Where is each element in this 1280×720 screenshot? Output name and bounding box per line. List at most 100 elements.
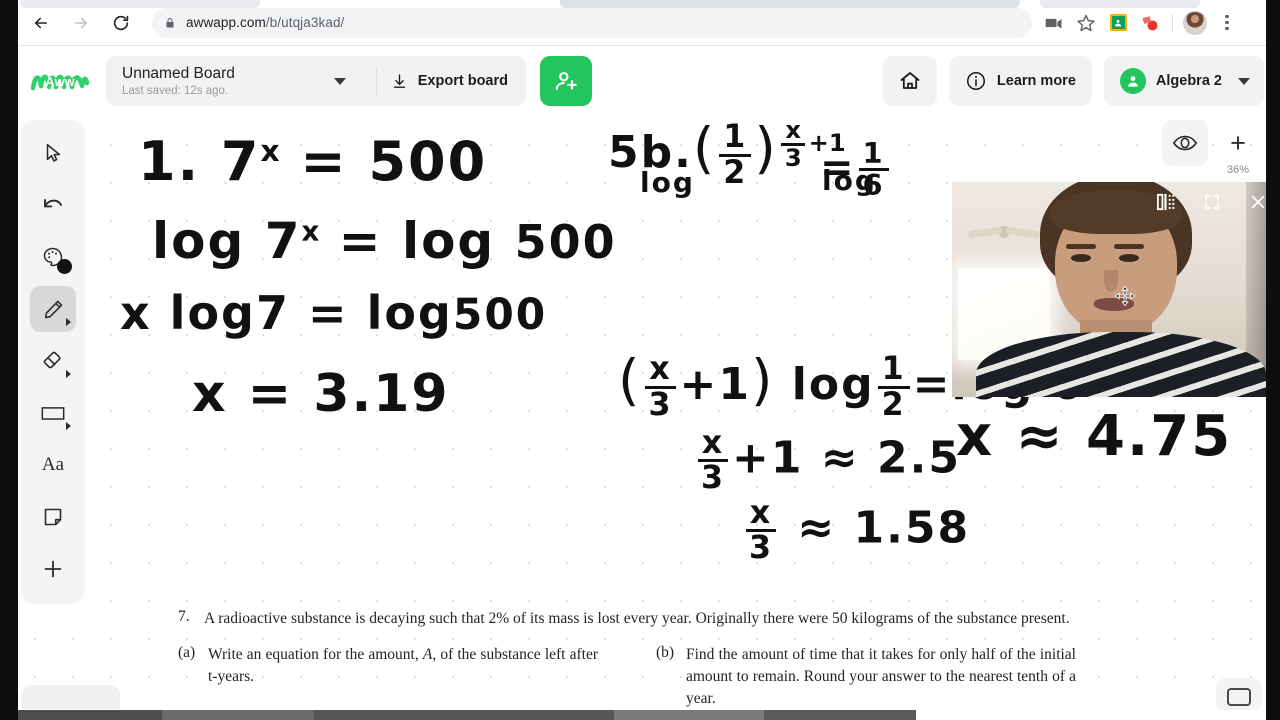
add-user-icon <box>555 71 577 91</box>
contacts-extension-icon <box>1109 14 1127 31</box>
star-icon <box>1077 14 1095 31</box>
eraser-submenu-caret-icon[interactable] <box>66 370 71 378</box>
header-right-group: Learn more Algebra 2 <box>882 56 1264 106</box>
worksheet-part-a: (a) Write an equation for the amount, A,… <box>178 644 598 710</box>
eraser-tool[interactable] <box>30 338 76 384</box>
back-button[interactable] <box>26 8 56 38</box>
contacts-extension-button[interactable] <box>1102 7 1134 39</box>
chevron-down-icon <box>1238 77 1250 85</box>
tab-stub-left[interactable] <box>20 0 260 8</box>
cursor-arrow-icon <box>46 143 61 162</box>
taskbar-item[interactable] <box>764 710 916 720</box>
person-glyph-icon <box>1114 19 1122 26</box>
part-b-text: Find the amount of time that it takes fo… <box>686 646 1076 707</box>
aww-logo[interactable]: Aww <box>30 64 90 98</box>
info-circle-icon <box>966 71 985 91</box>
window-border-right <box>1266 0 1280 720</box>
undo-arrow-icon <box>44 199 62 208</box>
taskbar <box>0 710 1280 720</box>
color-tool[interactable] <box>30 234 76 280</box>
problem-number: 7. <box>178 608 190 625</box>
video-call-button[interactable] <box>1038 7 1070 39</box>
taskbar-item[interactable] <box>314 710 614 720</box>
board-last-saved: Last saved: 12s ago. <box>122 85 229 98</box>
account-menu-button[interactable]: Algebra 2 <box>1103 56 1264 106</box>
frame-icon <box>1227 688 1251 706</box>
text-tool[interactable]: Aa <box>30 442 76 488</box>
toolbar-divider <box>1172 13 1173 32</box>
webcam-video-overlay[interactable] <box>952 182 1280 397</box>
shape-submenu-caret-icon[interactable] <box>66 422 71 430</box>
whiteboard-canvas[interactable]: Aa + 36% 1. 7x = 500 log 7x = log 500 x … <box>0 116 1280 720</box>
ink-line-1: 1. 7x = 500 <box>138 130 488 193</box>
add-tool[interactable] <box>30 546 76 592</box>
part-a-variable: A <box>422 646 433 663</box>
url-path: /b/utqja3kad/ <box>265 15 345 30</box>
person-brow-right <box>1114 244 1144 249</box>
tab-stub-right[interactable] <box>1040 0 1200 8</box>
invite-user-button[interactable] <box>540 56 592 106</box>
current-color-swatch <box>57 259 72 274</box>
visibility-toggle-button[interactable] <box>1162 120 1208 166</box>
canvas-tab-stub[interactable] <box>22 685 120 709</box>
part-a-letter: (a) <box>178 644 196 661</box>
taskbar-item[interactable] <box>12 710 162 720</box>
video-pin-button[interactable] <box>1154 190 1178 214</box>
shape-tool[interactable] <box>30 390 76 436</box>
ink-line-3: x log7 = log500 <box>120 286 548 340</box>
reload-icon <box>113 15 129 30</box>
part-a-text-before: Write an equation for the amount, <box>208 646 423 663</box>
taskbar-items <box>12 710 916 720</box>
profile-avatar <box>1183 10 1207 35</box>
browser-menu-button[interactable] <box>1211 7 1243 39</box>
taskbar-item[interactable] <box>162 710 314 720</box>
canvas-controls: + 36% <box>1162 120 1262 176</box>
account-name: Algebra 2 <box>1155 73 1222 89</box>
worksheet-parts: (a) Write an equation for the amount, A,… <box>178 644 1078 710</box>
reload-button[interactable] <box>106 8 136 38</box>
forward-button[interactable] <box>66 8 96 38</box>
red-extension-icon <box>1142 15 1158 30</box>
screen-root: awwapp.com/b/utqja3kad/ Aww Unnamed Boar… <box>0 0 1280 720</box>
bottom-right-frame-button[interactable] <box>1216 678 1262 712</box>
address-bar[interactable]: awwapp.com/b/utqja3kad/ <box>152 7 1032 38</box>
video-overlay-controls <box>1154 190 1270 214</box>
aww-logo-text: Aww <box>45 74 75 89</box>
taskbar-item[interactable] <box>614 710 764 720</box>
problem-prompt: A radioactive substance is decaying such… <box>204 610 1070 627</box>
worksheet-problem: 7. A radioactive substance is decaying s… <box>178 608 1078 710</box>
tool-rail: Aa <box>22 120 84 602</box>
home-button[interactable] <box>882 56 937 106</box>
ink-line-approx-2: x3 ≈ 1.58 <box>742 497 970 564</box>
note-tool[interactable] <box>30 494 76 540</box>
person-eye-left <box>1071 254 1091 262</box>
ink-line-2: log 7x = log 500 <box>152 212 617 270</box>
undo-tool[interactable] <box>30 182 76 228</box>
eraser-icon <box>43 351 61 369</box>
back-arrow-icon <box>34 17 48 28</box>
board-dropdown-button[interactable] <box>318 77 362 85</box>
lock-icon <box>166 17 174 27</box>
bookmark-button[interactable] <box>1070 7 1102 39</box>
select-tool[interactable] <box>30 130 76 176</box>
app-header: Aww Unnamed Board Last saved: 12s ago. E… <box>0 46 1280 116</box>
part-b-letter: (b) <box>656 644 675 661</box>
learn-more-label: Learn more <box>996 73 1076 89</box>
zoom-in-button[interactable]: + <box>1215 120 1261 166</box>
download-icon <box>393 73 405 88</box>
browser-action-icons <box>1038 7 1249 39</box>
home-icon <box>900 72 920 89</box>
video-fullscreen-button[interactable] <box>1200 190 1224 214</box>
export-board-button[interactable]: Export board <box>391 72 522 91</box>
red-extension-button[interactable] <box>1134 7 1166 39</box>
pencil-tool[interactable] <box>30 286 76 332</box>
worksheet-header-row: 7. A radioactive substance is decaying s… <box>178 608 1078 630</box>
ink-line-approx-1: x 3 +1 ≈ 2.5 <box>694 427 961 494</box>
learn-more-button[interactable]: Learn more <box>948 56 1092 106</box>
pencil-submenu-caret-icon[interactable] <box>66 318 71 326</box>
video-camera-icon <box>1045 18 1062 28</box>
forward-arrow-icon <box>74 17 88 28</box>
tab-stub-mid[interactable] <box>560 0 1020 8</box>
board-name-control[interactable]: Unnamed Board Last saved: 12s ago. Expor… <box>106 56 526 106</box>
profile-button[interactable] <box>1179 7 1211 39</box>
